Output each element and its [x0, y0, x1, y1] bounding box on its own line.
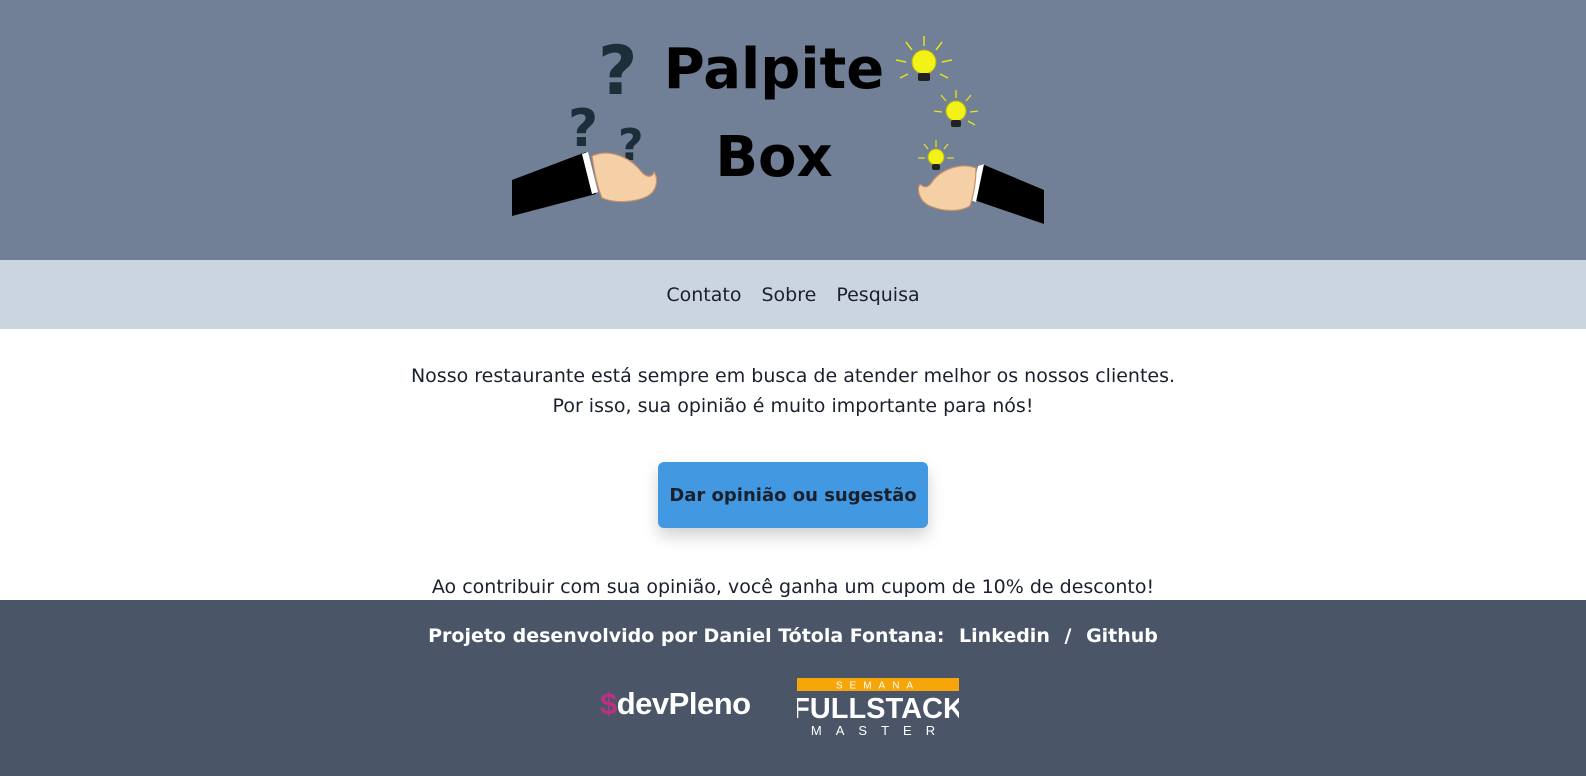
give-feedback-button[interactable]: Dar opinião ou sugestão [658, 462, 928, 528]
github-link[interactable]: Github [1086, 625, 1158, 647]
sponsor-logos: $devPleno SEMANA FULLSTACK MASTER [0, 678, 1586, 758]
header-banner: ? ? ? Palpite Box [0, 0, 1586, 260]
intro-text: Nosso restaurante está sempre em busca d… [0, 361, 1586, 421]
nav-item-sobre[interactable]: Sobre [761, 284, 816, 306]
fsm-bottom-text: MASTER [811, 723, 949, 738]
credit-text: Projeto desenvolvido por Daniel Tótola F… [428, 625, 945, 647]
question-marks-icon: ? ? ? [568, 32, 644, 171]
devpleno-logo: $devPleno [600, 686, 751, 722]
logo-title-line1: Palpite [664, 37, 885, 102]
coupon-text: Ao contribuir com sua opinião, você ganh… [431, 576, 1155, 598]
main-content: Nosso restaurante está sempre em busca d… [0, 329, 1586, 600]
palpite-box-logo: ? ? ? Palpite Box [512, 32, 1044, 224]
footer: Projeto desenvolvido por Daniel Tótola F… [0, 600, 1586, 776]
semana-fullstack-master-logo: SEMANA FULLSTACK MASTER [797, 678, 959, 738]
svg-text:?: ? [568, 99, 598, 159]
fsm-middle-text: FULLSTACK [797, 693, 959, 725]
intro-line-2: Por isso, sua opinião é muito importante… [552, 395, 1034, 417]
cta-container: Dar opinião ou sugestão [0, 462, 1586, 528]
intro-line-1: Nosso restaurante está sempre em busca d… [410, 365, 1176, 387]
nav-item-contato[interactable]: Contato [666, 284, 741, 306]
right-hand-icon [917, 164, 1044, 224]
logo-title-line2: Box [715, 125, 832, 190]
linkedin-link[interactable]: Linkedin [959, 625, 1050, 647]
nav-item-pesquisa[interactable]: Pesquisa [836, 284, 919, 306]
devpleno-dollar-icon: $ [600, 686, 617, 721]
fsm-top-text: SEMANA [836, 681, 920, 692]
main-nav: Contato Sobre Pesquisa [0, 260, 1586, 329]
svg-text:?: ? [598, 32, 637, 111]
light-bulbs-icon [895, 36, 979, 170]
footer-credits: Projeto desenvolvido por Daniel Tótola F… [0, 625, 1586, 647]
link-separator: / [1064, 625, 1072, 647]
devpleno-name: devPleno [616, 686, 751, 721]
